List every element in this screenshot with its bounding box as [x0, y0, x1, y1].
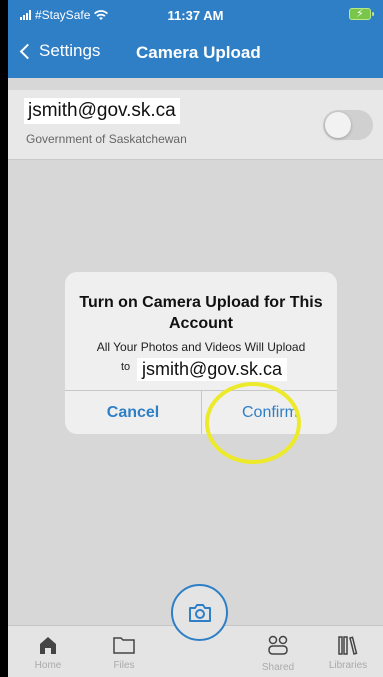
libraries-icon: [338, 636, 358, 655]
folder-icon: [113, 637, 135, 654]
highlight-circle: [205, 382, 301, 464]
account-email: jsmith@gov.sk.ca: [24, 98, 180, 124]
cancel-button[interactable]: Cancel: [65, 391, 201, 434]
dialog-message: All Your Photos and Videos Will Upload: [96, 340, 306, 354]
tab-libraries-label: Libraries: [328, 660, 368, 671]
dialog-email: jsmith@gov.sk.ca: [137, 358, 287, 381]
status-bar: #StaySafe 11:37 AM ⚡: [8, 0, 383, 30]
tab-shared-label: Shared: [261, 662, 295, 673]
dialog-to-label: to: [121, 361, 131, 373]
back-label: Settings: [39, 41, 101, 60]
camera-button[interactable]: [171, 584, 228, 641]
tab-home-label: Home: [34, 660, 62, 671]
camera-upload-toggle[interactable]: [323, 110, 373, 140]
dialog-title: Turn on Camera Upload for This Account: [79, 294, 323, 332]
account-row: jsmith@gov.sk.ca Government of Saskatche…: [8, 90, 383, 160]
back-button[interactable]: Settings: [18, 41, 100, 61]
battery-charging-icon: ⚡: [349, 8, 374, 20]
shared-icon: [268, 635, 288, 655]
tab-files[interactable]: Files: [94, 634, 154, 671]
toggle-knob: [325, 112, 351, 138]
tab-home[interactable]: Home: [18, 634, 78, 671]
page-title: Camera Upload: [136, 43, 261, 62]
home-icon: [40, 637, 56, 654]
camera-icon: [188, 603, 211, 622]
status-time: 11:37 AM: [167, 8, 224, 23]
tab-shared[interactable]: Shared: [248, 634, 308, 673]
tab-files-label: Files: [113, 660, 135, 671]
chevron-left-icon: [19, 43, 36, 59]
nav-bar: Settings Camera Upload: [8, 30, 383, 78]
tab-libraries[interactable]: Libraries: [318, 634, 378, 671]
account-organization: Government of Saskatchewan: [26, 132, 187, 146]
phone-screen: #StaySafe 11:37 AM ⚡ Settings Camera Upl…: [8, 0, 383, 677]
